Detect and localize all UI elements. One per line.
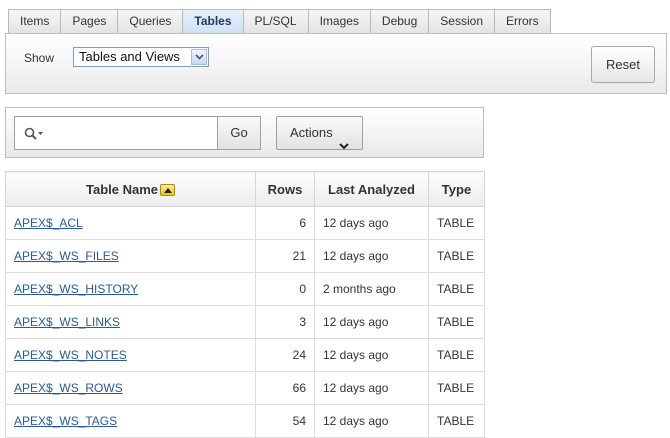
row-count: 6: [255, 206, 315, 240]
tab-bar: Items Pages Queries Tables PL/SQL Images…: [8, 9, 551, 33]
last-analyzed: 12 days ago: [314, 404, 429, 438]
last-analyzed: 12 days ago: [314, 371, 429, 405]
tab-debug[interactable]: Debug: [369, 9, 430, 33]
table-header-row: Table Name Rows Last Analyzed Type: [5, 171, 485, 207]
table-name-link[interactable]: APEX$_WS_HISTORY: [14, 282, 138, 296]
column-header-rows[interactable]: Rows: [255, 171, 315, 207]
search-input[interactable]: [51, 119, 215, 147]
show-label: Show: [24, 51, 55, 65]
column-header-last-analyzed[interactable]: Last Analyzed: [314, 171, 429, 207]
column-header-table-name[interactable]: Table Name: [5, 171, 256, 207]
tab-queries[interactable]: Queries: [117, 9, 184, 33]
object-type: TABLE: [428, 239, 485, 273]
column-header-type[interactable]: Type: [428, 171, 485, 207]
row-count: 21: [255, 239, 315, 273]
table-name-link[interactable]: APEX$_WS_ROWS: [14, 381, 123, 395]
last-analyzed: 12 days ago: [314, 206, 429, 240]
object-type: TABLE: [428, 272, 485, 306]
tab-tables[interactable]: Tables: [182, 9, 244, 33]
object-type: TABLE: [428, 338, 485, 372]
table-name-link[interactable]: APEX$_ACL: [14, 216, 83, 230]
actions-label: Actions: [290, 125, 333, 140]
last-analyzed: 2 months ago: [314, 272, 429, 306]
tab-items[interactable]: Items: [8, 9, 62, 33]
actions-button[interactable]: Actions: [276, 116, 363, 150]
row-count: 0: [255, 272, 315, 306]
last-analyzed: 12 days ago: [314, 338, 429, 372]
go-button[interactable]: Go: [217, 116, 261, 150]
sort-ascending-icon[interactable]: [160, 183, 175, 196]
tab-images[interactable]: Images: [307, 9, 371, 33]
table-row: APEX$_WS_LINKS 3 12 days ago TABLE: [5, 305, 485, 339]
row-count: 24: [255, 338, 315, 372]
last-analyzed: 12 days ago: [314, 239, 429, 273]
object-type: TABLE: [428, 404, 485, 438]
search-icon[interactable]: [24, 127, 48, 141]
table-row: APEX$_ACL 6 12 days ago TABLE: [5, 206, 485, 240]
table-name-link[interactable]: APEX$_WS_NOTES: [14, 348, 127, 362]
tables-report: Table Name Rows Last Analyzed Type APEX$…: [5, 171, 485, 438]
table-row: APEX$_WS_FILES 21 12 days ago TABLE: [5, 239, 485, 273]
chevron-down-icon: [339, 130, 349, 150]
tab-errors[interactable]: Errors: [494, 9, 551, 33]
row-count: 54: [255, 404, 315, 438]
last-analyzed: 12 days ago: [314, 305, 429, 339]
object-type: TABLE: [428, 206, 485, 240]
tab-session[interactable]: Session: [428, 9, 495, 33]
show-select[interactable]: Tables and Views: [73, 47, 209, 67]
table-row: APEX$_WS_ROWS 66 12 days ago TABLE: [5, 371, 485, 405]
show-select-value: Tables and Views: [79, 49, 180, 64]
object-type: TABLE: [428, 371, 485, 405]
row-count: 3: [255, 305, 315, 339]
search-box: Go: [14, 116, 261, 150]
table-row: APEX$_WS_NOTES 24 12 days ago TABLE: [5, 338, 485, 372]
table-name-link[interactable]: APEX$_WS_LINKS: [14, 315, 120, 329]
chevron-down-icon[interactable]: [191, 49, 207, 65]
object-type: TABLE: [428, 305, 485, 339]
table-name-link[interactable]: APEX$_WS_TAGS: [14, 414, 117, 428]
row-count: 66: [255, 371, 315, 405]
tab-pages[interactable]: Pages: [60, 9, 119, 33]
search-panel: Go Actions: [5, 107, 484, 158]
reset-button[interactable]: Reset: [591, 46, 655, 83]
table-name-link[interactable]: APEX$_WS_FILES: [14, 249, 119, 263]
filter-panel: Show Tables and Views Reset: [5, 33, 667, 94]
tab-plsql[interactable]: PL/SQL: [242, 9, 309, 33]
table-row: APEX$_WS_HISTORY 0 2 months ago TABLE: [5, 272, 485, 306]
table-row: APEX$_WS_TAGS 54 12 days ago TABLE: [5, 404, 485, 438]
